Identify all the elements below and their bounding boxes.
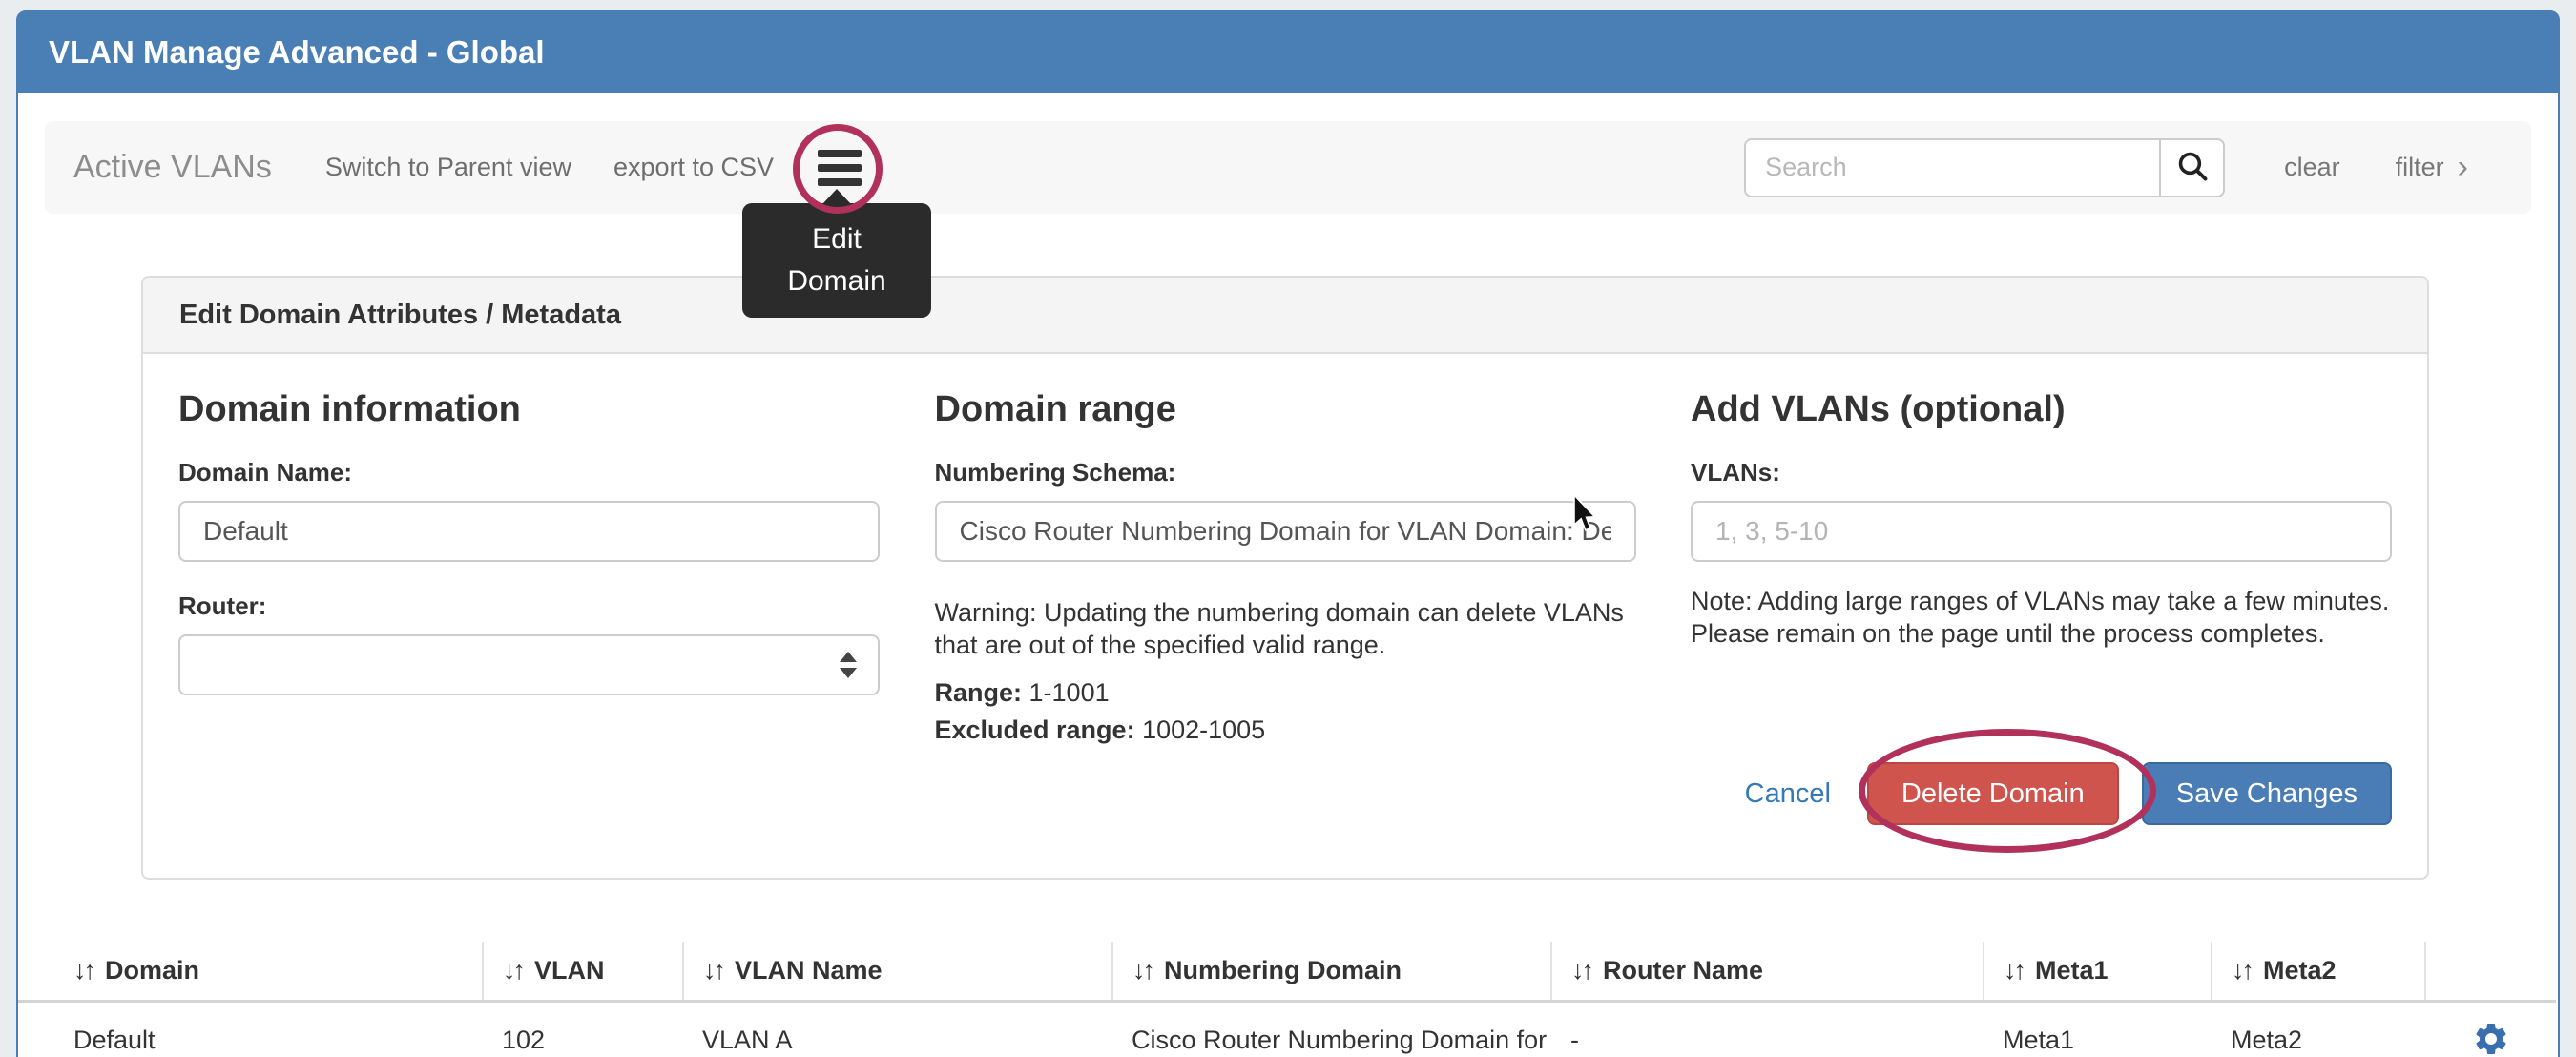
export-csv-link[interactable]: export to CSV [613, 153, 774, 182]
edit-domain-panel: Edit Domain Attributes / Metadata Domain… [141, 276, 2429, 880]
sort-icon: ↓↑ [1571, 956, 1591, 984]
cell-numbering-domain: Cisco Router Numbering Domain for ... [1112, 1001, 1551, 1057]
page-title: VLAN Manage Advanced - Global [49, 34, 545, 71]
numbering-schema-field[interactable] [935, 501, 1636, 562]
edit-panel-heading: Edit Domain Attributes / Metadata [143, 278, 2427, 354]
vlans-note-text: Note: Adding large ranges of VLANs may t… [1691, 585, 2392, 650]
domain-name-field[interactable] [178, 501, 880, 562]
numbering-warning-text: Warning: Updating the numbering domain c… [935, 596, 1636, 661]
cell-meta1: Meta1 [1984, 1001, 2212, 1057]
add-vlans-heading: Add VLANs (optional) [1691, 388, 2392, 430]
vlan-table: ↓↑Domain ↓↑VLAN ↓↑VLAN Name ↓↑Numbering … [18, 942, 2556, 1057]
cell-meta2: Meta2 [2212, 1001, 2425, 1057]
column-header-meta1[interactable]: ↓↑Meta1 [1984, 942, 2212, 1001]
domain-range-section: Domain range Numbering Schema: Warning: … [935, 354, 1636, 825]
cancel-button[interactable]: Cancel [1745, 778, 1831, 810]
switch-parent-view-link[interactable]: Switch to Parent view [325, 153, 571, 182]
edit-domain-tooltip: Edit Domain [742, 203, 931, 318]
tooltip-line2: Domain [787, 260, 885, 302]
column-header-meta2[interactable]: ↓↑Meta2 [2212, 942, 2425, 1001]
form-actions: Cancel Delete Domain Save Changes [1691, 762, 2392, 825]
sort-icon: ↓↑ [1132, 956, 1153, 984]
sort-icon: ↓↑ [73, 956, 93, 984]
sort-icon: ↓↑ [2004, 956, 2024, 984]
range-value: 1-1001 [1029, 678, 1110, 707]
cell-domain: Default [18, 1001, 483, 1057]
vlans-label: VLANs: [1691, 459, 2392, 486]
search-group [1744, 138, 2225, 197]
column-header-numbering-domain[interactable]: ↓↑Numbering Domain [1112, 942, 1551, 1001]
row-settings-button[interactable] [2472, 1020, 2510, 1057]
cell-vlan-name: VLAN A [683, 1001, 1112, 1057]
table-row: Default 102 VLAN A Cisco Router Numberin… [18, 1001, 2556, 1057]
cell-vlan: 102 [483, 1001, 683, 1057]
magnifier-icon [2175, 149, 2210, 186]
gear-icon [2472, 1047, 2510, 1057]
sort-icon: ↓↑ [703, 956, 723, 984]
search-input[interactable] [1744, 138, 2160, 197]
save-changes-button[interactable]: Save Changes [2142, 762, 2392, 825]
sort-icon: ↓↑ [2232, 956, 2252, 984]
edit-panel-title: Edit Domain Attributes / Metadata [179, 300, 621, 331]
column-header-vlan[interactable]: ↓↑VLAN [483, 942, 683, 1001]
range-label: Range: [935, 678, 1023, 707]
range-line: Range: 1-1001 [935, 678, 1636, 708]
domain-range-heading: Domain range [935, 388, 1636, 430]
excluded-range-label: Excluded range: [935, 715, 1135, 744]
search-button[interactable] [2160, 138, 2225, 197]
select-caret-icon [840, 652, 857, 678]
filter-link[interactable]: filter › [2396, 153, 2468, 182]
hamburger-menu-icon[interactable] [818, 150, 862, 186]
router-select[interactable] [178, 634, 880, 695]
add-vlans-section: Add VLANs (optional) VLANs: Note: Adding… [1691, 354, 2392, 825]
numbering-schema-label: Numbering Schema: [935, 459, 1636, 486]
column-header-actions [2425, 942, 2556, 1001]
vlans-field[interactable] [1691, 501, 2392, 562]
excluded-range-value: 1002-1005 [1142, 715, 1265, 744]
clear-link[interactable]: clear [2284, 153, 2340, 182]
window-title-bar: VLAN Manage Advanced - Global [18, 12, 2558, 93]
toolbar: Active VLANs Switch to Parent view expor… [45, 121, 2531, 214]
domain-name-label: Domain Name: [178, 459, 880, 486]
tooltip-line1: Edit [812, 218, 862, 260]
column-header-vlan-name[interactable]: ↓↑VLAN Name [683, 942, 1112, 1001]
active-vlans-heading: Active VLANs [73, 149, 272, 186]
router-label: Router: [178, 592, 880, 619]
excluded-range-line: Excluded range: 1002-1005 [935, 715, 1636, 745]
domain-information-section: Domain information Domain Name: Router: [178, 354, 880, 825]
vlan-manage-panel: VLAN Manage Advanced - Global Active VLA… [16, 10, 2560, 1057]
table-header-row: ↓↑Domain ↓↑VLAN ↓↑VLAN Name ↓↑Numbering … [18, 942, 2556, 1001]
column-header-router-name[interactable]: ↓↑Router Name [1551, 942, 1984, 1001]
delete-domain-button[interactable]: Delete Domain [1867, 762, 2119, 825]
column-header-domain[interactable]: ↓↑Domain [18, 942, 483, 1001]
cell-router-name: - [1551, 1001, 1984, 1057]
domain-information-heading: Domain information [178, 388, 880, 430]
edit-panel-body: Domain information Domain Name: Router: … [143, 354, 2427, 825]
chevron-right-icon: › [2458, 155, 2468, 180]
sort-icon: ↓↑ [503, 956, 523, 984]
